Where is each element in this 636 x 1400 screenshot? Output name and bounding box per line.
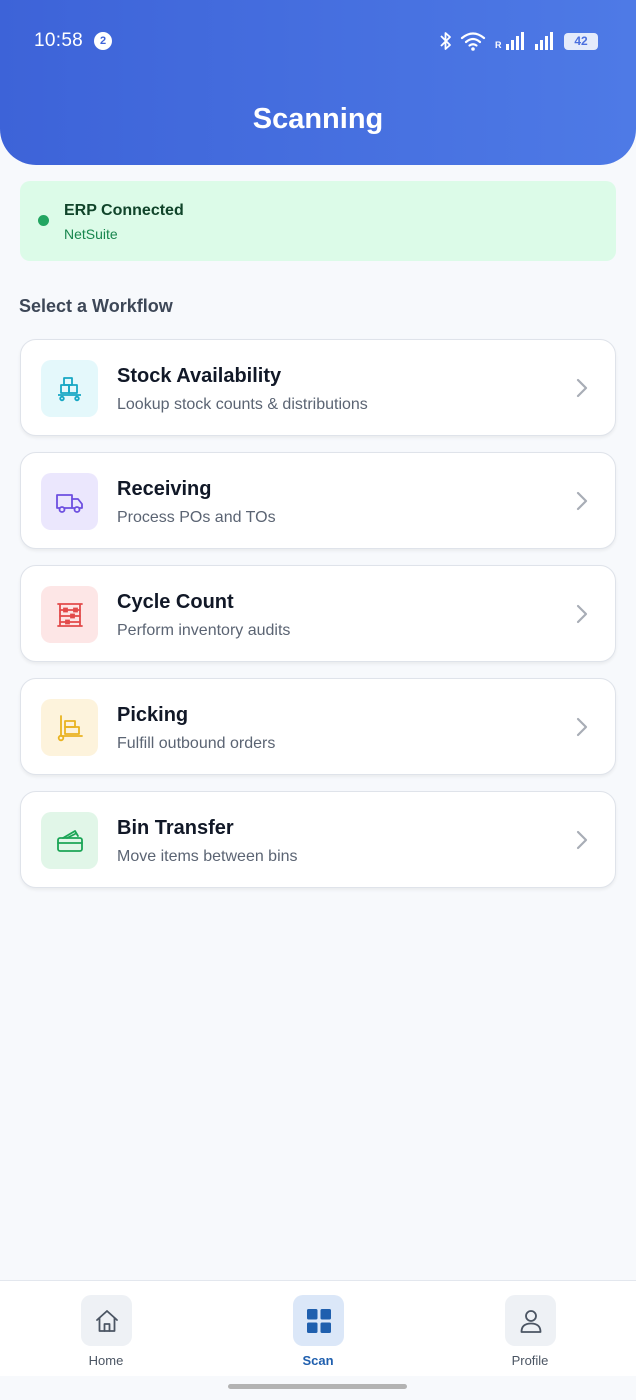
nav-item-profile[interactable]: Profile <box>480 1295 580 1371</box>
network-type-label: R <box>495 40 502 50</box>
page-title: Scanning <box>252 103 384 135</box>
workflow-card-cycle-count[interactable]: Cycle Count Perform inventory audits <box>20 565 616 662</box>
wifi-icon <box>460 32 486 51</box>
workflow-title: Bin Transfer <box>117 817 234 839</box>
workflow-title: Cycle Count <box>117 591 234 613</box>
connection-status-dot <box>38 215 49 226</box>
user-icon <box>505 1295 556 1346</box>
status-time: 10:58 <box>34 30 84 51</box>
signal-strength-icon <box>506 32 524 50</box>
workflow-card-receiving[interactable]: Receiving Process POs and TOs <box>20 452 616 549</box>
hand-truck-icon <box>41 699 98 756</box>
chevron-right-icon <box>576 491 588 511</box>
workflow-title: Picking <box>117 704 189 726</box>
bluetooth-icon <box>440 32 451 50</box>
status-bar: 10:58 2 R <box>0 28 636 56</box>
nav-item-home[interactable]: Home <box>56 1295 156 1371</box>
chevron-right-icon <box>576 830 588 850</box>
chevron-right-icon <box>576 604 588 624</box>
signal-strength-icon-2 <box>535 32 553 50</box>
workflow-subtitle: Move items between bins <box>117 848 298 865</box>
app-header: 10:58 2 R 42 Scanning <box>0 0 636 165</box>
bin-transfer-icon <box>41 812 98 869</box>
workflow-card-stock-availability[interactable]: Stock Availability Lookup stock counts &… <box>20 339 616 436</box>
home-indicator[interactable] <box>228 1384 407 1389</box>
notification-badge: 2 <box>94 32 112 50</box>
workflow-subtitle: Lookup stock counts & distributions <box>117 396 368 413</box>
abacus-icon <box>41 586 98 643</box>
workflow-title: Receiving <box>117 478 212 500</box>
chevron-right-icon <box>576 378 588 398</box>
section-title: Select a Workflow <box>19 296 173 316</box>
battery-indicator: 42 <box>564 33 598 50</box>
workflow-subtitle: Process POs and TOs <box>117 509 276 526</box>
truck-icon <box>41 473 98 530</box>
erp-status-title: ERP Connected <box>64 202 184 219</box>
grid-icon <box>293 1295 344 1346</box>
erp-status-card: ERP Connected NetSuite <box>20 181 616 261</box>
workflow-subtitle: Fulfill outbound orders <box>117 735 276 752</box>
home-icon <box>81 1295 132 1346</box>
workflow-title: Stock Availability <box>117 365 282 387</box>
bottom-navigation: Home Scan Profile <box>0 1280 636 1376</box>
nav-item-scan[interactable]: Scan <box>268 1295 368 1371</box>
nav-label-scan: Scan <box>302 1353 334 1368</box>
nav-label-profile: Profile <box>511 1353 549 1368</box>
workflow-subtitle: Perform inventory audits <box>117 622 291 639</box>
workflow-card-bin-transfer[interactable]: Bin Transfer Move items between bins <box>20 791 616 888</box>
erp-system-name: NetSuite <box>64 226 118 242</box>
package-cart-icon <box>41 360 98 417</box>
workflow-card-picking[interactable]: Picking Fulfill outbound orders <box>20 678 616 775</box>
chevron-right-icon <box>576 717 588 737</box>
nav-label-home: Home <box>88 1353 124 1368</box>
